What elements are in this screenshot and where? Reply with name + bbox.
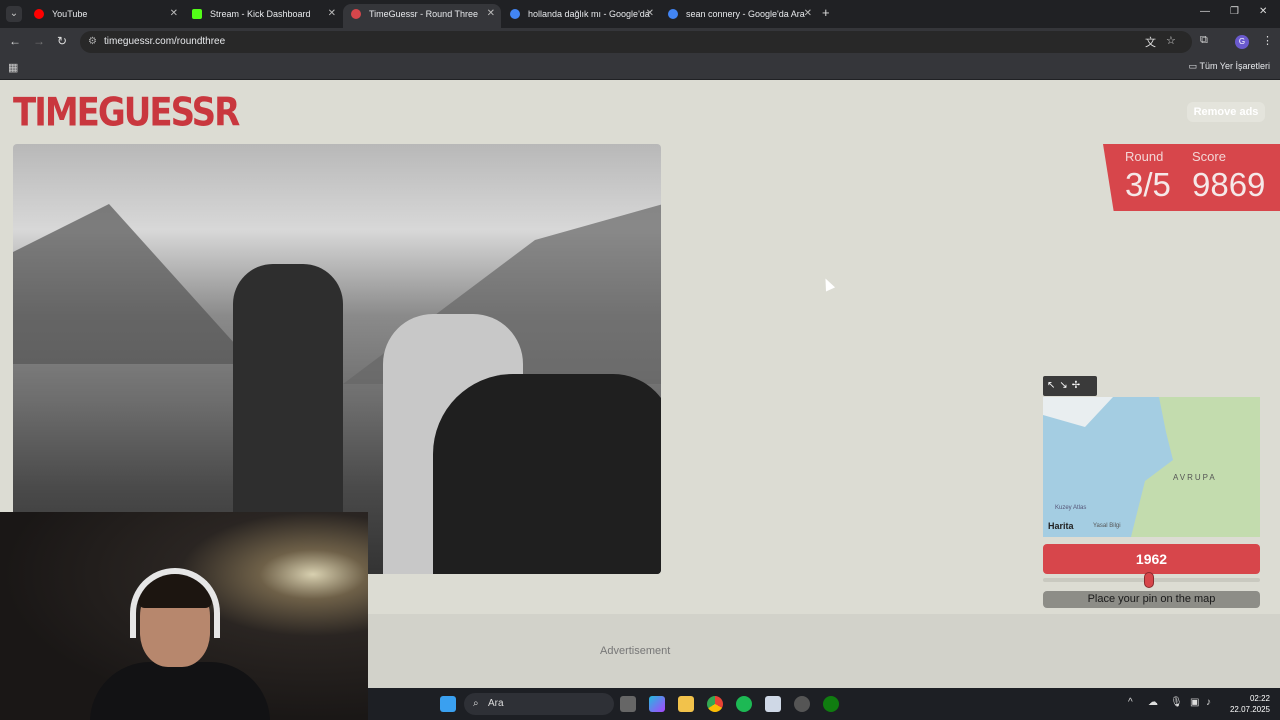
profile-avatar[interactable]: G	[1235, 35, 1249, 49]
copilot-icon[interactable]	[649, 696, 665, 712]
round-label: Round	[1125, 149, 1164, 164]
map-small-label: Kuzey Atlas	[1055, 505, 1087, 511]
pin-map-icon[interactable]: ✢	[1072, 380, 1084, 391]
kick-icon	[192, 9, 202, 19]
google-icon	[668, 9, 678, 19]
chrome-icon[interactable]	[707, 696, 723, 712]
place-pin-button[interactable]: Place your pin on the map	[1043, 591, 1260, 608]
folder-icon: ▭	[1188, 61, 1198, 71]
close-tab-icon[interactable]: ✕	[328, 4, 336, 24]
guess-map[interactable]: AVRUPA Kuzey Atlas Harita Yasal Bilgi	[1043, 397, 1260, 537]
map-region-label: AVRUPA	[1173, 473, 1217, 482]
tab-google-hollanda[interactable]: hollanda dağlık mı - Google'da ✕	[502, 4, 660, 28]
round-score-panel: Round Score 3/5 9869	[1103, 144, 1280, 211]
address-bar[interactable]: ⚙ timeguessr.com/roundthree	[80, 31, 1192, 53]
clock-time: 02:22	[1249, 694, 1270, 703]
headset-icon	[130, 568, 220, 638]
tab-title: sean connery - Google'da Ara	[686, 9, 805, 19]
clock-date: 22.07.2025	[1229, 705, 1270, 714]
taskbar-search-placeholder: Ara	[488, 698, 504, 709]
spotify-icon[interactable]	[736, 696, 752, 712]
apps-grid-icon[interactable]: ▦	[8, 61, 18, 74]
forward-icon[interactable]: →	[33, 34, 45, 48]
timeguessr-icon	[351, 9, 361, 19]
new-tab-icon[interactable]: +	[822, 5, 830, 20]
score-label: Score	[1192, 149, 1226, 164]
tab-title: Stream - Kick Dashboard	[210, 9, 311, 19]
year-slider[interactable]	[1043, 572, 1260, 588]
score-value: 9869	[1192, 166, 1266, 203]
all-bookmarks-label: Tüm Yer İşaretleri	[1199, 61, 1270, 71]
xbox-icon[interactable]	[823, 696, 839, 712]
map-legal-link[interactable]: Yasal Bilgi	[1093, 523, 1121, 529]
onedrive-icon[interactable]: ☁	[1148, 697, 1158, 708]
site-info-icon[interactable]: ⚙	[88, 31, 97, 53]
round-photo	[13, 144, 661, 574]
search-icon: ⌕	[473, 698, 479, 709]
year-slider-thumb[interactable]	[1144, 572, 1155, 588]
webcam-overlay	[0, 512, 368, 720]
store-icon[interactable]	[765, 696, 781, 712]
close-tab-icon[interactable]: ✕	[804, 4, 812, 24]
expand-map-icon[interactable]: ↖	[1047, 380, 1059, 391]
tab-timeguessr[interactable]: TimeGuessr - Round Three ✕	[343, 4, 501, 28]
tab-title: TimeGuessr - Round Three	[369, 9, 479, 19]
tab-title: hollanda dağlık mı - Google'da	[528, 9, 650, 19]
map-toolbar: ↖↘✢	[1043, 376, 1097, 396]
apple-maps-brand: Harita	[1048, 521, 1074, 531]
file-explorer-icon[interactable]	[678, 696, 694, 712]
photo-person-foreground	[433, 374, 661, 574]
close-tab-icon[interactable]: ✕	[487, 4, 495, 24]
extensions-icon[interactable]: ⧉	[1200, 34, 1208, 47]
start-windows-icon[interactable]	[440, 696, 456, 712]
kebab-menu-icon[interactable]: ⋮	[1262, 34, 1273, 47]
restore-icon[interactable]: ❐	[1230, 6, 1239, 17]
close-tab-icon[interactable]: ✕	[170, 4, 178, 24]
google-icon	[510, 9, 520, 19]
reload-icon[interactable]: ↻	[57, 34, 67, 48]
translate-icon[interactable]: 文	[1145, 34, 1156, 50]
windows-taskbar: ⌕ Ara ^ ☁ 🎙 ▣ ♪ 02:22 22.07.2025	[368, 688, 1280, 720]
mouse-cursor-icon	[820, 276, 836, 292]
remove-ads-button[interactable]: Remove ads	[1187, 102, 1265, 122]
close-tab-icon[interactable]: ✕	[646, 4, 654, 24]
url-text: timeguessr.com/roundthree	[104, 36, 226, 47]
year-display: 1962	[1043, 544, 1260, 574]
webcam-person-body	[90, 662, 270, 720]
back-icon[interactable]: ←	[9, 34, 21, 48]
tab-search-menu-icon[interactable]: ⌄	[6, 6, 22, 22]
browser-tab-bar: ⌄ YouTube ✕ Stream - Kick Dashboard ✕ Ti…	[0, 0, 1280, 28]
map-greenland	[1043, 397, 1113, 427]
timeguessr-logo[interactable]: TIMEGUESSR	[13, 90, 240, 136]
tab-youtube[interactable]: YouTube ✕	[26, 4, 184, 28]
tray-chevron-up-icon[interactable]: ^	[1128, 697, 1133, 708]
minimize-icon[interactable]: —	[1200, 6, 1210, 17]
volume-icon[interactable]: ♪	[1206, 697, 1211, 708]
close-window-icon[interactable]: ✕	[1259, 6, 1267, 17]
map-europe-land	[1131, 397, 1260, 537]
task-view-icon[interactable]	[620, 696, 636, 712]
taskbar-clock[interactable]: 02:22 22.07.2025	[1230, 693, 1270, 715]
photo-mountain-left	[13, 204, 253, 364]
steam-icon[interactable]	[794, 696, 810, 712]
tab-kick-dashboard[interactable]: Stream - Kick Dashboard ✕	[184, 4, 342, 28]
bookmark-star-icon[interactable]: ☆	[1166, 34, 1176, 47]
tab-google-sean-connery[interactable]: sean connery - Google'da Ara ✕	[660, 4, 818, 28]
advertisement-label: Advertisement	[600, 645, 671, 657]
youtube-icon	[34, 9, 44, 19]
tab-title: YouTube	[52, 9, 88, 19]
taskbar-search[interactable]: ⌕ Ara	[464, 693, 614, 715]
round-value: 3/5	[1125, 166, 1171, 203]
shrink-map-icon[interactable]: ↘	[1059, 380, 1071, 391]
browser-toolbar: ← → ↻ ⚙ timeguessr.com/roundthree 文 ☆ ⧉ …	[0, 28, 1280, 56]
network-icon[interactable]: ▣	[1190, 697, 1199, 708]
microphone-icon[interactable]: 🎙	[1170, 697, 1183, 708]
bookmarks-bar: ▦ ▭ Tüm Yer İşaretleri	[0, 56, 1280, 80]
all-bookmarks-button[interactable]: ▭ Tüm Yer İşaretleri	[1189, 61, 1270, 72]
